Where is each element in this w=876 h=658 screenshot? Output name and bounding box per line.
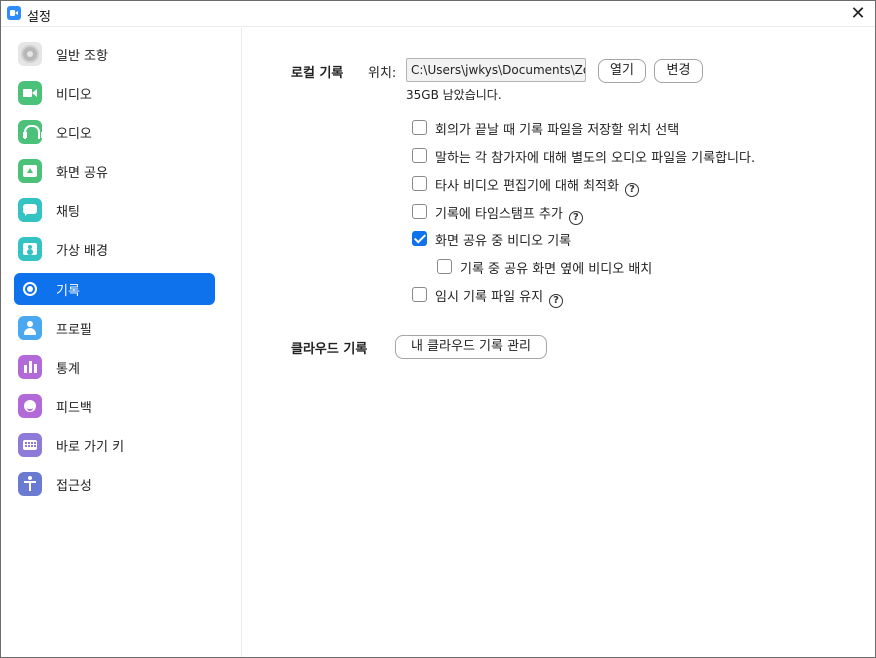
option-label: 말하는 각 참가자에 대해 별도의 오디오 파일을 기록합니다.: [435, 151, 756, 166]
manage-cloud-recordings-button[interactable]: 내 클라우드 기록 관리: [395, 335, 547, 359]
checkbox[interactable]: [412, 204, 427, 219]
location-label: 위치:: [368, 66, 397, 81]
settings-window: 설정 ✕ 일반 조항 비디오 오디오 화면 공유 채팅 가상 배경 기록 프로필…: [0, 0, 876, 658]
cloud-recording-title: 클라우드 기록: [291, 342, 368, 357]
open-folder-button[interactable]: 열기: [598, 59, 646, 83]
virtual-background-icon: [18, 237, 42, 261]
option-label: 임시 기록 파일 유지: [435, 290, 544, 305]
help-icon[interactable]: ?: [568, 211, 583, 225]
share-screen-icon: [18, 159, 42, 183]
checkbox[interactable]: [437, 259, 452, 274]
keyboard-icon: [18, 433, 42, 457]
sidebar-item-chat[interactable]: 채팅: [14, 194, 215, 226]
sidebar-item-label: 바로 가기 키: [56, 440, 125, 455]
sidebar-item-label: 채팅: [56, 205, 80, 220]
sidebar-item-label: 통계: [56, 362, 80, 377]
sidebar-item-label: 기록: [56, 284, 80, 299]
help-icon[interactable]: ?: [624, 183, 639, 197]
local-recording-title: 로컬 기록: [291, 66, 344, 81]
sidebar-item-label: 화면 공유: [56, 166, 108, 181]
sidebar-item-label: 프로필: [56, 323, 92, 338]
smiley-icon: [18, 394, 42, 418]
sidebar-item-accessibility[interactable]: 접근성: [14, 468, 215, 500]
option-label: 화면 공유 중 비디오 기록: [435, 234, 572, 249]
sidebar-item-video[interactable]: 비디오: [14, 77, 215, 109]
record-icon: [18, 277, 42, 301]
title-bar: 설정 ✕: [1, 1, 875, 27]
bar-chart-icon: [18, 355, 42, 379]
settings-sidebar: 일반 조항 비디오 오디오 화면 공유 채팅 가상 배경 기록 프로필 통계 피…: [1, 28, 242, 657]
headphones-icon: [18, 120, 45, 144]
option-label: 타사 비디오 편집기에 대해 최적화: [435, 179, 619, 194]
sidebar-item-share-screen[interactable]: 화면 공유: [14, 155, 215, 187]
recording-path-field[interactable]: C:\Users\jwkys\Documents\Zoom: [406, 58, 586, 82]
zoom-app-icon: [7, 6, 21, 20]
sidebar-item-label: 비디오: [56, 88, 92, 103]
sidebar-item-general[interactable]: 일반 조항: [14, 38, 215, 70]
chat-bubble-icon: [18, 198, 42, 222]
sidebar-item-profile[interactable]: 프로필: [14, 312, 215, 344]
sidebar-item-label: 오디오: [56, 127, 92, 142]
change-folder-button[interactable]: 변경: [654, 59, 703, 83]
free-space-text: 35GB 남았습니다.: [406, 88, 502, 102]
checkbox[interactable]: [412, 176, 427, 191]
checkbox[interactable]: [412, 148, 427, 163]
sidebar-item-audio[interactable]: 오디오: [14, 116, 215, 148]
sidebar-item-label: 가상 배경: [56, 244, 108, 259]
sidebar-item-recording[interactable]: 기록: [14, 273, 215, 305]
recording-settings-panel: 로컬 기록 위치: C:\Users\jwkys\Documents\Zoom …: [243, 28, 875, 657]
close-button[interactable]: ✕: [847, 3, 869, 25]
accessibility-icon: [18, 472, 42, 496]
help-icon[interactable]: ?: [549, 294, 564, 308]
checkbox-checked[interactable]: [412, 231, 427, 246]
sidebar-item-feedback[interactable]: 피드백: [14, 390, 215, 422]
checkbox[interactable]: [412, 120, 427, 135]
sidebar-item-label: 접근성: [56, 479, 92, 494]
option-label: 기록 중 공유 화면 옆에 비디오 배치: [460, 262, 653, 277]
video-camera-icon: [18, 81, 42, 105]
option-label: 기록에 타임스탬프 추가: [435, 207, 563, 222]
gear-icon: [18, 42, 42, 66]
checkbox[interactable]: [412, 287, 427, 302]
sidebar-item-virtual-background[interactable]: 가상 배경: [14, 233, 215, 265]
sidebar-item-label: 피드백: [56, 401, 92, 416]
window-title: 설정: [27, 10, 51, 25]
sidebar-item-label: 일반 조항: [56, 49, 108, 64]
option-label: 회의가 끝날 때 기록 파일을 저장할 위치 선택: [435, 123, 680, 138]
sidebar-item-statistics[interactable]: 통계: [14, 351, 215, 383]
sidebar-item-keyboard-shortcuts[interactable]: 바로 가기 키: [14, 429, 215, 461]
profile-icon: [18, 316, 42, 340]
